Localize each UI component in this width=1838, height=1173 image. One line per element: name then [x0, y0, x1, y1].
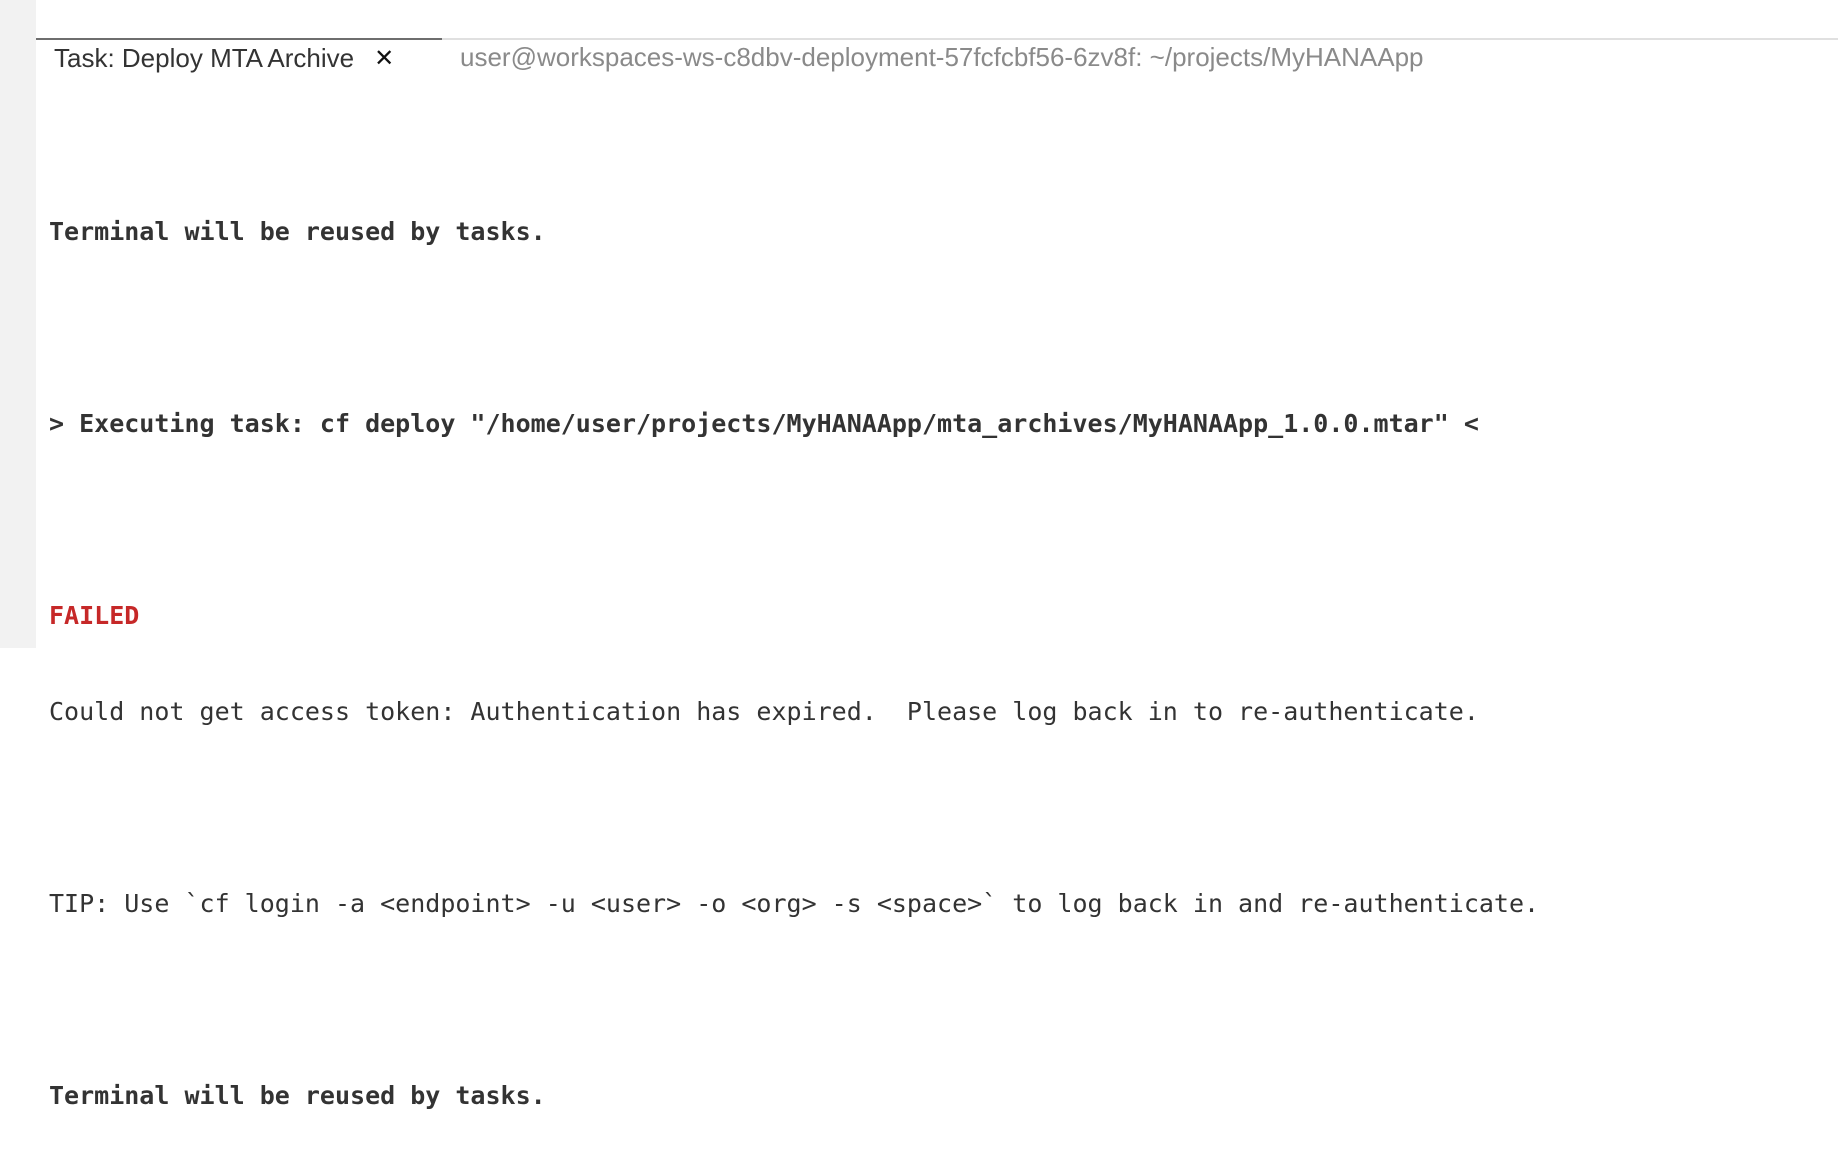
terminal-line: Terminal will be reused by tasks. [49, 217, 546, 246]
terminal-line: > Executing task: cf deploy "/home/user/… [49, 409, 1479, 438]
terminal-output[interactable]: Terminal will be reused by tasks. > Exec… [49, 155, 1829, 1173]
close-icon[interactable]: ✕ [374, 46, 394, 70]
tab-label: user@workspaces-ws-c8dbv-deployment-57fc… [460, 41, 1424, 72]
tab-deploy-mta-archive[interactable]: Task: Deploy MTA Archive ✕ [36, 38, 442, 76]
tip-message: TIP: Use `cf login -a <endpoint> -u <use… [49, 889, 1540, 918]
tab-label: Task: Deploy MTA Archive [54, 42, 355, 73]
terminal-panel: Task: Deploy MTA Archive ✕ user@workspac… [36, 0, 1838, 1110]
activity-bar [0, 0, 36, 648]
error-message: Could not get access token: Authenticati… [49, 697, 1479, 726]
failed-status: FAILED [49, 601, 140, 630]
terminal-tab-bar: Task: Deploy MTA Archive ✕ user@workspac… [36, 38, 1838, 76]
tab-workspace-shell[interactable]: user@workspaces-ws-c8dbv-deployment-57fc… [460, 38, 1424, 76]
terminal-line: Terminal will be reused by tasks. [49, 1081, 546, 1110]
